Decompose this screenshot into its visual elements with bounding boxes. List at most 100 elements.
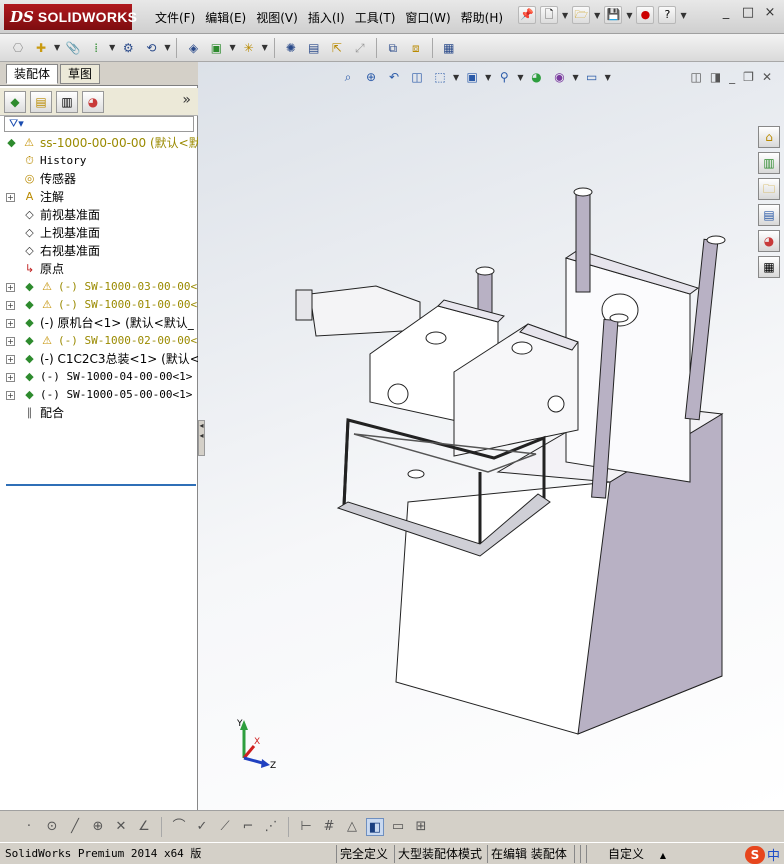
intersection-icon[interactable]: ✕ <box>112 818 130 836</box>
four-viewport-icon[interactable]: ⊞ <box>412 818 430 836</box>
view-palette-icon[interactable]: ▤ <box>758 204 780 226</box>
tree-node[interactable]: ◇ 上视基准面 <box>0 224 198 242</box>
viewport-restore-icon[interactable]: ❐ <box>743 70 754 84</box>
hide-show-items-icon[interactable]: ⚲ <box>494 68 514 86</box>
section-view-icon[interactable]: ◫ <box>407 68 427 86</box>
line-icon[interactable]: ╱ <box>66 818 84 836</box>
tree-node[interactable]: ∥ 配合 <box>0 404 198 422</box>
tree-node[interactable]: + ◆ (-) C1C2C3总装<1> (默认< <box>0 350 198 368</box>
menu-window[interactable]: 窗口(W) <box>400 9 455 27</box>
chevron-down-icon[interactable]: ▼ <box>229 43 235 52</box>
previous-view-icon[interactable]: ↶ <box>384 68 404 86</box>
more-tabs-chevron-icon[interactable]: » <box>182 92 191 108</box>
expand-icon[interactable]: + <box>6 391 15 400</box>
bill-of-materials-icon[interactable]: ▤ <box>304 38 324 58</box>
tree-node[interactable]: ↳ 原点 <box>0 260 198 278</box>
minimize-button[interactable]: _ <box>718 6 734 22</box>
slash-icon[interactable]: ⟋ <box>216 818 234 836</box>
appearances-scenes-icon[interactable]: ◕ <box>758 230 780 252</box>
chevron-down-icon[interactable]: ▼ <box>517 73 523 82</box>
tab-assembly[interactable]: 装配体 <box>6 64 59 84</box>
chevron-down-icon[interactable]: ▼ <box>54 43 60 52</box>
expand-icon[interactable]: + <box>6 337 15 346</box>
viewport-minimize-icon[interactable]: _ <box>729 70 735 84</box>
display-style-icon[interactable]: ▣ <box>462 68 482 86</box>
single-viewport-icon[interactable]: ▭ <box>389 818 407 836</box>
edit-appearance-icon[interactable]: ◕ <box>526 68 546 86</box>
rollback-bar[interactable] <box>6 484 196 486</box>
pin-icon[interactable]: 📌 <box>518 6 536 24</box>
tree-node[interactable]: ◇ 右视基准面 <box>0 242 198 260</box>
clearance-verification-icon[interactable]: ⧈ <box>406 38 426 58</box>
custom-properties-icon[interactable]: ▦ <box>758 256 780 278</box>
configuration-manager-icon[interactable]: ▥ <box>56 90 78 113</box>
tree-node[interactable]: ◇ 前视基准面 <box>0 206 198 224</box>
new-document-icon[interactable]: 🗋 <box>540 6 558 24</box>
apply-scene-icon[interactable]: ◉ <box>549 68 569 86</box>
grid-icon[interactable]: # <box>320 818 338 836</box>
tree-node[interactable]: + A 注解 <box>0 188 198 206</box>
chevron-down-icon[interactable]: ▼ <box>626 11 632 20</box>
property-manager-icon[interactable]: ▤ <box>30 90 52 113</box>
chevron-down-icon[interactable]: ▼ <box>109 43 115 52</box>
chevron-down-icon[interactable]: ▼ <box>594 11 600 20</box>
close-button[interactable]: × <box>762 6 778 22</box>
help-icon[interactable]: ? <box>658 6 677 24</box>
tree-node[interactable]: + ◆ ⚠ (-) SW-1000-01-00-00<1> <box>0 296 198 314</box>
tree-node[interactable]: + ◆ ⚠ (-) SW-1000-03-00-00<1> <box>0 278 198 296</box>
dashed-corner-icon[interactable]: ⋰ <box>262 818 280 836</box>
expand-icon[interactable]: + <box>6 355 15 364</box>
arc-icon[interactable]: ⌒ <box>170 818 188 836</box>
point-icon[interactable]: · <box>20 818 38 836</box>
chevron-down-icon[interactable]: ▼ <box>485 73 491 82</box>
feature-manager-tree-icon[interactable]: ◆ <box>4 90 26 113</box>
zoom-to-fit-icon[interactable]: ⌕ <box>338 68 358 86</box>
solidworks-resources-icon[interactable]: ⌂ <box>758 126 780 148</box>
menu-view[interactable]: 视图(V) <box>251 9 303 27</box>
chevron-down-icon[interactable]: ▼ <box>262 43 268 52</box>
show-hidden-components-icon[interactable]: ◈ <box>183 38 203 58</box>
chevron-down-icon[interactable]: ▼ <box>164 43 170 52</box>
linear-pattern-icon[interactable]: ⁞ <box>86 38 106 58</box>
display-manager-icon[interactable]: ◕ <box>82 90 104 113</box>
tab-sketch[interactable]: 草图 <box>60 64 101 84</box>
target-icon[interactable]: ⊕ <box>89 818 107 836</box>
graphics-area[interactable]: ⌕ ⊕ ↶ ◫ ⬚ ▼ ▣ ▼ ⚲ ▼ ◕ ◉ ▼ ▭ ▼ ◫ ◨ _ ❐ ✕ ⌂ ▥ 🗀… <box>198 62 784 810</box>
dimension-icon[interactable]: ⊢ <box>297 818 315 836</box>
new-part-icon[interactable]: ✚ <box>31 38 51 58</box>
triangle-icon[interactable]: △ <box>343 818 361 836</box>
menu-file[interactable]: 文件(F) <box>150 9 200 27</box>
tree-node[interactable]: + ◆ (-) 原机台<1> (默认<默认_ <box>0 314 198 332</box>
viewport-close-icon[interactable]: ✕ <box>762 70 772 84</box>
assembly-model[interactable] <box>198 62 784 810</box>
view-orientation-icon[interactable]: ⬚ <box>430 68 450 86</box>
rebuild-traffic-light-icon[interactable]: ● <box>636 6 655 24</box>
chevron-down-icon[interactable]: ▼ <box>562 11 568 20</box>
new-motion-study-icon[interactable]: ✺ <box>281 38 301 58</box>
chevron-down-icon[interactable]: ▼ <box>605 73 611 82</box>
save-icon[interactable]: 💾 <box>604 6 623 24</box>
exploded-view-icon[interactable]: ⇱ <box>327 38 347 58</box>
check-icon[interactable]: ✓ <box>193 818 211 836</box>
view-settings-icon[interactable]: ▭ <box>582 68 602 86</box>
input-method-indicator[interactable]: S 中 <box>744 845 780 864</box>
menu-insert[interactable]: 插入(I) <box>303 9 350 27</box>
feature-tree-filter[interactable]: ⛛▾ <box>4 116 194 132</box>
panel-splitter-handle[interactable]: ◂ ◂ <box>198 420 205 456</box>
circle-icon[interactable]: ⊙ <box>43 818 61 836</box>
tree-node[interactable]: ◎ 传感器 <box>0 170 198 188</box>
corner-icon[interactable]: ⌐ <box>239 818 257 836</box>
tree-node[interactable]: ◆ ⚠ ss-1000-00-00-00 (默认<默 <box>0 134 198 152</box>
explode-line-sketch-icon[interactable]: ⤢ <box>350 38 370 58</box>
chevron-down-icon[interactable]: ▼ <box>680 11 686 20</box>
unit-system-selector[interactable]: 自定义 ▲ <box>586 845 684 863</box>
viewport-split-icon[interactable]: ◫ <box>690 70 701 84</box>
tree-node[interactable]: + ◆ (-) SW-1000-05-00-00<1> ( <box>0 386 198 404</box>
expand-icon[interactable]: + <box>6 193 15 202</box>
chevron-down-icon[interactable]: ▼ <box>572 73 578 82</box>
zoom-to-area-icon[interactable]: ⊕ <box>361 68 381 86</box>
expand-icon[interactable]: + <box>6 373 15 382</box>
menu-help[interactable]: 帮助(H) <box>456 9 508 27</box>
assembly-features-icon[interactable]: ▣ <box>206 38 226 58</box>
move-component-icon[interactable]: ⟲ <box>141 38 161 58</box>
